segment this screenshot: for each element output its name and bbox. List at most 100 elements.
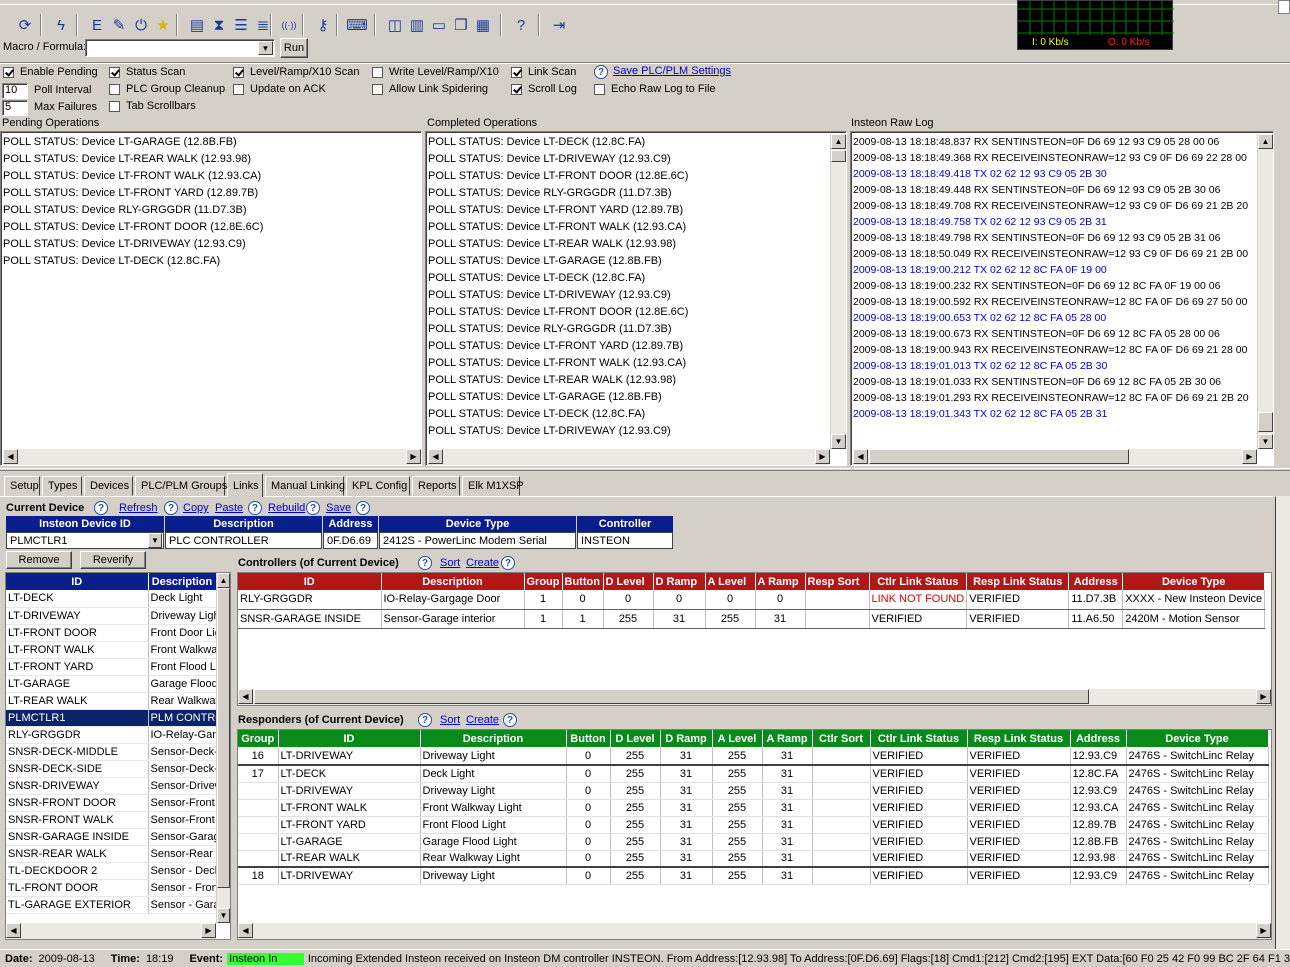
cascade-icon[interactable]: ❐	[450, 14, 472, 36]
log-line[interactable]: 2009-08-13 18:19:00.592 RX RECEIVEINSTEO…	[851, 294, 1273, 310]
max-failures-input[interactable]: 5	[2, 100, 28, 116]
table-row[interactable]: LT-FRONT DOORFront Door Light	[6, 624, 217, 642]
write-level-box[interactable]	[372, 66, 383, 78]
list-item[interactable]: POLL STATUS: Device LT-FRONT WALK (12.93…	[426, 219, 846, 236]
link-scan-box[interactable]	[511, 66, 522, 78]
log-line[interactable]: 2009-08-13 18:18:50.049 RX RECEIVEINSTEO…	[851, 246, 1273, 262]
table-row[interactable]: LT-FRONT YARDFront Flood Light	[6, 658, 217, 676]
list-item[interactable]: POLL STATUS: Device LT-FRONT YARD (12.89…	[426, 202, 846, 219]
scroll-right-icon[interactable]: ▶	[815, 449, 830, 464]
pending-hscroll[interactable]: ◀ ▶	[3, 449, 421, 465]
list-item[interactable]: POLL STATUS: Device LT-REAR WALK (12.93.…	[426, 372, 846, 389]
list-item[interactable]: POLL STATUS: Device LT-DECK (12.8C.FA)	[1, 253, 421, 270]
save-help-icon[interactable]: ?	[356, 501, 370, 515]
log-line[interactable]: 2009-08-13 18:18:48.837 RX SENTINSTEON=0…	[851, 134, 1273, 150]
enable-pending-box[interactable]	[3, 66, 14, 78]
table-row[interactable]: TL-GARAGE EXTERIORSensor - Garage Exteri…	[6, 896, 217, 914]
responders-header[interactable]: A Level	[712, 730, 763, 747]
scroll-up-icon[interactable]: ▲	[1258, 134, 1273, 149]
list-item[interactable]: POLL STATUS: Device LT-FRONT YARD (12.89…	[426, 338, 846, 355]
list-item[interactable]: POLL STATUS: Device LT-GARAGE (12.8B.FB)	[1, 134, 421, 151]
responders-header[interactable]: Device Type	[1126, 730, 1269, 747]
document-icon[interactable]: ▤	[186, 14, 208, 36]
scroll-left-icon[interactable]: ◀	[6, 923, 21, 938]
copy-link[interactable]: Copy	[183, 502, 209, 514]
controllers-header[interactable]: Button	[562, 573, 604, 590]
completed-vscroll[interactable]: ▲ ▼	[830, 134, 846, 449]
log-line[interactable]: 2009-08-13 18:18:49.368 RX RECEIVEINSTEO…	[851, 150, 1273, 166]
scroll-left-icon[interactable]: ◀	[238, 689, 253, 704]
completed-vscroll-thumb[interactable]	[831, 150, 846, 162]
controllers-sort-link[interactable]: Sort	[440, 557, 460, 569]
scroll-right-icon[interactable]: ▶	[1242, 449, 1257, 464]
controllers-header[interactable]: A Ramp	[755, 573, 806, 590]
power-icon[interactable]: ⏻	[130, 14, 152, 36]
table-row[interactable]: SNSR-REAR WALKSensor-Rear Walk	[6, 845, 217, 863]
list-item[interactable]: POLL STATUS: Device LT-FRONT YARD (12.89…	[1, 185, 421, 202]
table-row[interactable]: 17 LT-DECK Deck Light 0 255 31 255 31 VERIFIED VE…	[238, 764, 1269, 783]
current-device-help-icon[interactable]: ?	[94, 501, 108, 515]
completed-hscroll[interactable]: ◀ ▶	[428, 449, 830, 465]
level-scan-box[interactable]	[233, 66, 244, 78]
current-device-value[interactable]: 2412S - PowerLinc Modem Serial	[379, 532, 576, 549]
rawlog-hscroll[interactable]: ◀ ▶	[853, 449, 1257, 465]
exit-icon[interactable]: ⇥	[548, 14, 570, 36]
write-level-checkbox[interactable]: Write Level/Ramp/X10	[372, 66, 499, 78]
tab-manual-linking[interactable]: Manual Linking	[265, 476, 345, 496]
responders-header[interactable]: D Ramp	[660, 730, 713, 747]
list-item[interactable]: POLL STATUS: Device LT-DRIVEWAY (12.93.C…	[426, 423, 846, 440]
responders-hscroll[interactable]: ◀ ▶	[238, 923, 1271, 939]
event-icon[interactable]: E	[86, 14, 108, 36]
tab-reports[interactable]: Reports	[412, 476, 460, 496]
responders-header[interactable]: Description	[420, 730, 567, 747]
log-line[interactable]: 2009-08-13 18:19:00.673 RX SENTINSTEON=0…	[851, 326, 1273, 342]
refresh-link[interactable]: Refresh	[119, 502, 158, 514]
save-plc-settings-link[interactable]: Save PLC/PLM Settings	[613, 65, 731, 77]
tile-vertical-icon[interactable]: ▥	[406, 14, 428, 36]
list-item[interactable]: POLL STATUS: Device LT-FRONT WALK (12.93…	[1, 168, 421, 185]
responders-panel[interactable]: Group ID Description Button D Level D Ramp A L…	[237, 729, 1272, 940]
responders-header[interactable]: D Level	[610, 730, 661, 747]
table-row[interactable]: RLY-GRGGDR IO-Relay-Gargage Door 1 0 0 0 0 0 LIN…	[238, 590, 1266, 610]
list-item[interactable]: POLL STATUS: Device LT-DECK (12.8C.FA)	[426, 134, 846, 151]
raw-log-panel[interactable]: 2009-08-13 18:18:48.837 RX SENTINSTEON=0…	[850, 131, 1274, 466]
scroll-left-icon[interactable]: ◀	[853, 449, 868, 464]
table-row[interactable]: SNSR-FRONT WALKSensor-Front Walk	[6, 811, 217, 829]
echo-raw-box[interactable]	[594, 83, 605, 95]
run-button[interactable]: Run	[280, 38, 308, 58]
device-list-header[interactable]: ID	[6, 573, 149, 590]
responders-sort-link[interactable]: Sort	[440, 714, 460, 726]
hourglass-icon[interactable]: ⧗	[208, 14, 230, 36]
table-row[interactable]: TL-DECKDOOR 2Sensor - Deck Door	[6, 862, 217, 880]
scroll-log-box[interactable]	[511, 83, 522, 95]
key-icon[interactable]: ⚷	[312, 14, 334, 36]
table-row[interactable]: LT-DRIVEWAY Driveway Light 0 255 31 255 31 VERI…	[238, 782, 1269, 800]
rebuild-link[interactable]: Rebuild	[268, 502, 305, 514]
tab-plc-plm-groups[interactable]: PLC/PLM Groups	[135, 476, 227, 496]
tile-horizontal-icon[interactable]: ◫	[384, 14, 406, 36]
edit-icon[interactable]: ✎	[108, 14, 130, 36]
lightning-icon[interactable]: ϟ	[50, 14, 72, 36]
tab-scrollbars-checkbox[interactable]: Tab Scrollbars	[109, 100, 196, 112]
controllers-header[interactable]: A Level	[705, 573, 756, 590]
scroll-left-icon[interactable]: ◀	[428, 449, 443, 464]
level-scan-checkbox[interactable]: Level/Ramp/X10 Scan	[233, 66, 359, 78]
log-line[interactable]: 2009-08-13 18:19:00.943 RX RECEIVEINSTEO…	[851, 342, 1273, 358]
tab-setup[interactable]: Setup	[4, 476, 40, 496]
controllers-header[interactable]: Description	[381, 573, 525, 590]
controllers-header[interactable]: Group	[524, 573, 563, 590]
device-list-thumb[interactable]	[217, 588, 230, 888]
plc-cleanup-checkbox[interactable]: PLC Group Cleanup	[109, 83, 225, 95]
table-row[interactable]: LT-GARAGEGarage Flood Light	[6, 675, 217, 693]
update-on-ack-box[interactable]	[233, 83, 244, 95]
save-settings-help-icon[interactable]: ?	[594, 65, 608, 79]
list-item[interactable]: POLL STATUS: Device LT-DRIVEWAY (12.93.C…	[426, 151, 846, 168]
table-row[interactable]: RLY-GRGGDRIO-Relay-Gargage Door	[6, 726, 217, 744]
list-item[interactable]: POLL STATUS: Device LT-DECK (12.8C.FA)	[426, 406, 846, 423]
log-line[interactable]: 2009-08-13 18:19:01.013 TX 02 62 12 8C F…	[851, 358, 1273, 374]
table-row[interactable]: SNSR-GARAGE INSIDE Sensor-Garage interior…	[238, 609, 1266, 629]
table-row[interactable]: 18 LT-DRIVEWAY Driveway Light 0 255 31 255 31 VE…	[238, 866, 1269, 885]
controllers-create-help-icon[interactable]: ?	[501, 556, 515, 570]
table-row[interactable]: SNSR-DECK-SIDESensor-Deck-Side	[6, 760, 217, 778]
list-item[interactable]: POLL STATUS: Device LT-REAR WALK (12.93.…	[426, 236, 846, 253]
